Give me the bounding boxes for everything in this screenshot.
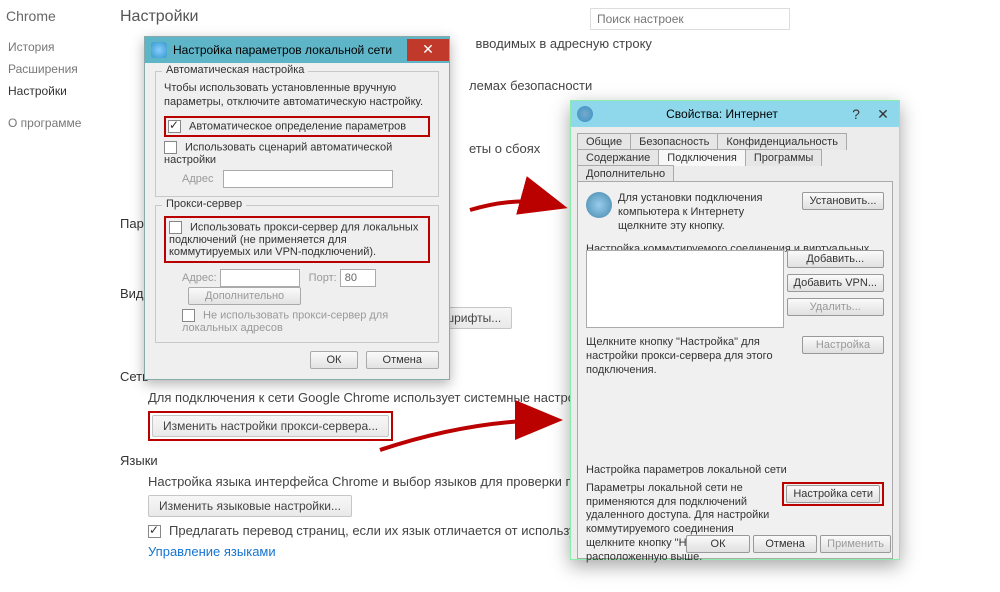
lan-settings-dialog: Настройка параметров локальной сети ✕ Ав…: [144, 36, 450, 380]
lan-icon: [151, 42, 167, 58]
script-address-label: Адрес: [182, 173, 214, 185]
connections-listbox[interactable]: [586, 250, 784, 328]
tab-privacy[interactable]: Конфиденциальность: [717, 133, 847, 150]
bypass-local-label: Не использовать прокси-сервер для локаль…: [182, 309, 388, 334]
use-proxy-label: Использовать прокси-сервер для локальных…: [169, 221, 418, 258]
lan-ok-button[interactable]: ОК: [310, 351, 359, 369]
sidebar-item-history[interactable]: История: [6, 36, 116, 58]
auto-config-group: Автоматическая настройка: [162, 64, 308, 76]
tab-content[interactable]: Содержание: [577, 149, 659, 166]
bg-text: вводимых в адресную строку: [476, 36, 652, 51]
use-script-checkbox[interactable]: [164, 141, 177, 154]
page-title: Настройки: [120, 8, 990, 26]
change-proxy-button[interactable]: Изменить настройки прокси-сервера...: [152, 415, 389, 437]
tab-general[interactable]: Общие: [577, 133, 631, 150]
lan-settings-button[interactable]: Настройка сети: [786, 485, 880, 503]
inet-title-text: Свойства: Интернет: [599, 107, 845, 121]
add-vpn-button[interactable]: Добавить VPN...: [787, 274, 884, 292]
brand: Chrome: [6, 8, 116, 24]
inet-ok-button[interactable]: ОК: [686, 535, 750, 553]
use-proxy-checkbox[interactable]: [169, 221, 182, 234]
setup-text: Для установки подключения компьютера к И…: [618, 192, 796, 233]
proxy-port-label: Порт:: [309, 272, 337, 284]
conn-settings-button: Настройка: [802, 336, 884, 354]
auto-config-text: Чтобы использовать установленные вручную…: [164, 82, 430, 110]
auto-detect-checkbox[interactable]: [168, 120, 181, 133]
delete-button: Удалить...: [787, 298, 884, 316]
lan-cancel-button[interactable]: Отмена: [366, 351, 439, 369]
inet-cancel-button[interactable]: Отмена: [753, 535, 817, 553]
sidebar-item-extensions[interactable]: Расширения: [6, 58, 116, 80]
suggest-translate-checkbox[interactable]: [148, 525, 161, 538]
manage-languages-link[interactable]: Управление языками: [148, 544, 276, 559]
bypass-local-checkbox: [182, 309, 195, 322]
lan-section-title: Настройка параметров локальной сети: [586, 464, 884, 478]
settings-text: Щелкните кнопку "Настройка" для настройк…: [586, 336, 794, 377]
script-address-input: [223, 170, 393, 188]
close-button[interactable]: ✕: [867, 106, 899, 123]
proxy-advanced-button: Дополнительно: [188, 287, 301, 305]
tab-connections[interactable]: Подключения: [658, 149, 746, 166]
add-button[interactable]: Добавить...: [787, 250, 884, 268]
sidebar: Chrome История Расширения Настройки О пр…: [6, 8, 116, 134]
close-button[interactable]: ✕: [407, 39, 449, 61]
change-language-button[interactable]: Изменить языковые настройки...: [148, 495, 352, 517]
proxy-address-input: [220, 269, 300, 287]
lan-titlebar[interactable]: Настройка параметров локальной сети ✕: [145, 37, 449, 63]
tab-security[interactable]: Безопасность: [630, 133, 718, 150]
bg-text: лемах безопасности: [469, 78, 592, 93]
auto-detect-label: Автоматическое определение параметров: [189, 120, 406, 132]
proxy-group: Прокси-сервер: [162, 198, 246, 210]
bg-text: еты о сбоях: [469, 141, 540, 156]
sidebar-item-settings[interactable]: Настройки: [6, 80, 116, 102]
tab-programs[interactable]: Программы: [745, 149, 822, 166]
sidebar-item-about[interactable]: О программе: [6, 112, 116, 134]
internet-icon: [577, 106, 593, 122]
internet-properties-dialog: Свойства: Интернет ? ✕ Общие Безопасност…: [570, 100, 900, 560]
setup-button[interactable]: Установить...: [802, 192, 884, 210]
use-script-label: Использовать сценарий автоматической нас…: [164, 141, 392, 166]
proxy-address-label: Адрес:: [182, 272, 217, 284]
lan-title-text: Настройка параметров локальной сети: [173, 43, 407, 57]
globe-icon: [586, 192, 612, 218]
inet-apply-button: Применить: [820, 535, 891, 553]
inet-titlebar[interactable]: Свойства: Интернет ? ✕: [571, 101, 899, 127]
proxy-port-input: [340, 269, 376, 287]
help-button[interactable]: ?: [845, 106, 867, 122]
tab-advanced[interactable]: Дополнительно: [577, 165, 674, 182]
